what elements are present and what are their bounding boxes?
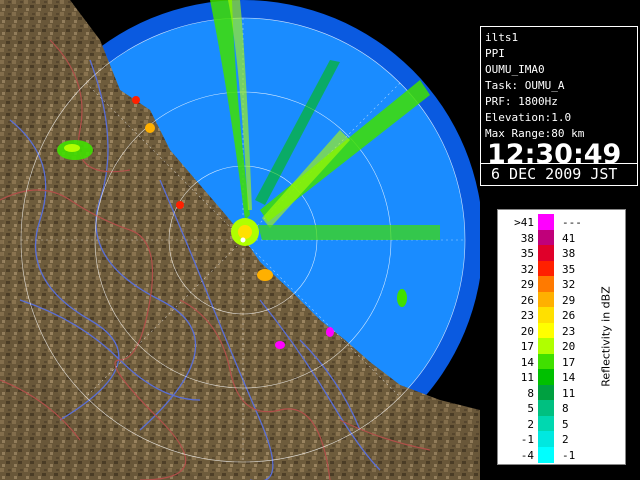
legend-low-value: -4 <box>520 448 534 462</box>
legend-high-value: 11 <box>562 386 576 400</box>
legend-high-value: 2 <box>562 433 569 446</box>
display-mode: PPI <box>485 47 505 60</box>
legend-swatch <box>538 245 554 261</box>
product-name: OUMU_IMA0 <box>485 63 545 76</box>
legend-high-value: 8 <box>562 402 569 415</box>
legend-row: >41 --- <box>498 214 625 230</box>
legend-high-value: --- <box>562 216 582 229</box>
legend-row: 38 41 <box>498 229 625 246</box>
legend-low-value: >41 <box>514 216 534 229</box>
info-panel: ilts1 PPI OUMU_IMA0 Task: OUMU_A PRF: 18… <box>480 26 638 186</box>
legend-low-value: 35 <box>520 247 534 260</box>
legend-swatch <box>538 400 554 416</box>
legend-low-value: 20 <box>520 324 534 338</box>
legend-low-value: 29 <box>520 278 534 291</box>
legend-low-value: 32 <box>520 262 534 276</box>
legend-high-value: 5 <box>562 417 569 431</box>
legend-low-value: 2 <box>527 417 534 431</box>
legend-low-value: 17 <box>520 340 534 353</box>
station-name: ilts1 <box>485 31 519 44</box>
legend-unit: Reflectivity in dBZ <box>596 250 616 430</box>
legend-row: -1 2 <box>498 431 625 447</box>
legend-swatch <box>538 369 554 385</box>
legend-swatch <box>538 260 554 277</box>
legend-high-value: 38 <box>562 247 576 260</box>
legend-swatch <box>538 353 554 370</box>
legend-low-value: 11 <box>520 371 534 384</box>
legend-swatch <box>538 384 554 401</box>
legend-swatch <box>538 322 554 339</box>
legend-high-value: 41 <box>562 231 576 245</box>
radar-map <box>0 0 480 480</box>
legend-swatch <box>538 415 554 432</box>
legend-high-value: 26 <box>562 309 576 322</box>
legend-low-value: 14 <box>520 355 534 369</box>
legend-low-value: 8 <box>527 386 534 400</box>
date-divider <box>481 163 637 164</box>
legend-high-value: 20 <box>562 340 576 353</box>
legend-high-value: 32 <box>562 278 576 291</box>
radar-site-icon <box>240 237 246 243</box>
legend-high-value: 17 <box>562 355 576 369</box>
legend-high-value: 35 <box>562 262 576 276</box>
legend-high-value: 14 <box>562 371 576 384</box>
prf-value: PRF: 1800Hz <box>485 95 558 108</box>
legend-swatch <box>538 307 554 323</box>
legend-unit-label: Reflectivity in dBZ <box>599 286 613 387</box>
legend-high-value: -1 <box>562 448 576 462</box>
legend-high-value: 29 <box>562 293 576 307</box>
legend-low-value: -1 <box>520 433 534 446</box>
legend-row: -4 -1 <box>498 446 625 463</box>
legend-swatch <box>538 446 554 463</box>
date-label: 6 DEC 2009 JST <box>491 165 618 183</box>
legend-swatch <box>538 338 554 354</box>
legend-low-value: 26 <box>520 293 534 307</box>
elevation-value: Elevation:1.0 <box>485 111 572 124</box>
legend-low-value: 5 <box>527 402 534 415</box>
legend-swatch <box>538 276 554 292</box>
legend-swatch <box>538 431 554 447</box>
task-name: Task: OUMU_A <box>485 79 565 92</box>
legend-swatch <box>538 291 554 308</box>
legend-swatch <box>538 214 554 230</box>
legend-low-value: 38 <box>520 231 534 245</box>
radar-view[interactable] <box>0 0 480 480</box>
reflectivity-legend: >41 --- 38 41 35 38 32 35 29 32 26 29 23 26 20 23 17 20 14… <box>497 209 626 465</box>
legend-swatch <box>538 229 554 246</box>
legend-high-value: 23 <box>562 324 576 338</box>
legend-low-value: 23 <box>520 309 534 322</box>
